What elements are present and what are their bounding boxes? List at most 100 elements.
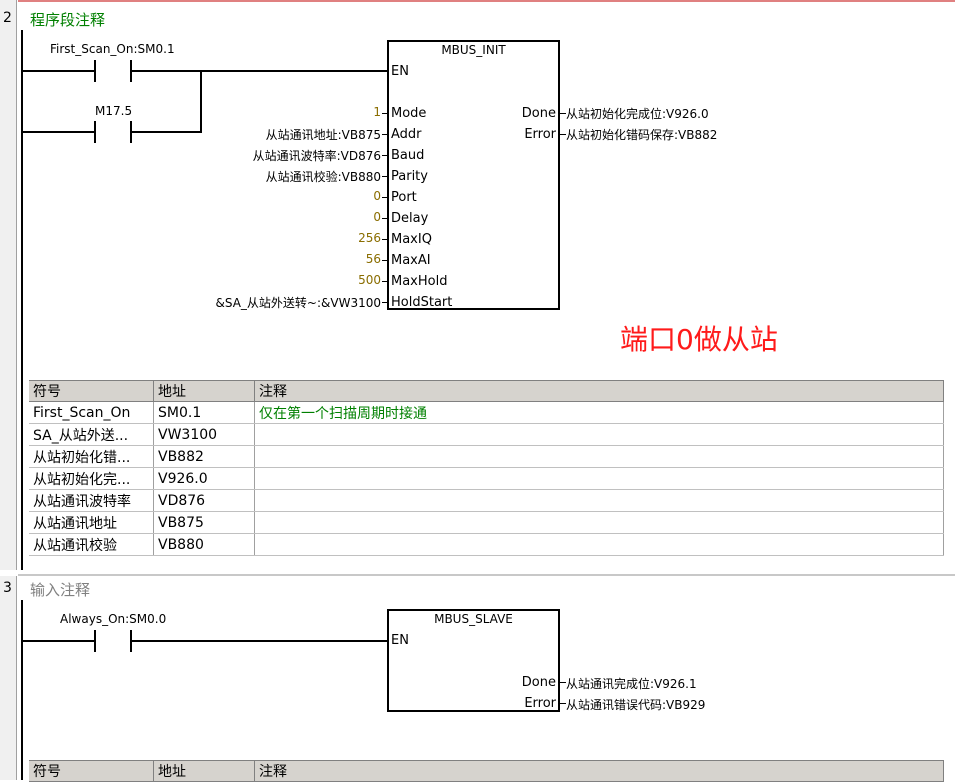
contact-m17-5-left[interactable]: [94, 121, 96, 143]
table-row[interactable]: 从站通讯波特率 VD876: [29, 489, 944, 512]
output-done-value[interactable]: 从站通讯完成位:V926.1: [566, 675, 697, 692]
pin-stub: [382, 260, 388, 261]
pin-en: EN: [391, 64, 409, 79]
cell-address[interactable]: V926.0: [153, 467, 255, 490]
cell-symbol[interactable]: First_Scan_On: [29, 401, 154, 424]
column-header-comment[interactable]: 注释: [254, 760, 944, 782]
contact-first-scan-left[interactable]: [94, 60, 96, 82]
pin-stub: [382, 176, 388, 177]
pin-holdstart: HoldStart: [391, 295, 453, 310]
pin-stub: [382, 239, 388, 240]
cell-address[interactable]: SM0.1: [153, 401, 255, 424]
power-rail: [21, 30, 23, 570]
pin-en: EN: [391, 633, 409, 648]
cell-symbol[interactable]: 从站初始化完...: [29, 467, 154, 490]
cell-address[interactable]: VB880: [153, 533, 255, 556]
pin-stub: [382, 134, 388, 135]
cell-comment[interactable]: 仅在第一个扫描周期时接通: [254, 401, 944, 424]
param-addr-value[interactable]: 从站通讯地址:VB875: [266, 126, 381, 143]
param-port-value[interactable]: 0: [373, 189, 381, 203]
param-maxiq-value[interactable]: 256: [358, 231, 381, 245]
cell-symbol[interactable]: 从站通讯波特率: [29, 489, 154, 512]
param-maxhold-value[interactable]: 500: [358, 273, 381, 287]
network-2-number: 2: [3, 10, 12, 26]
cell-symbol[interactable]: 从站初始化错...: [29, 445, 154, 468]
contact-label-always-on: Always_On:SM0.0: [60, 612, 167, 626]
symbol-table-network-2: 符号 地址 注释 First_Scan_On SM0.1 仅在第一个扫描周期时接…: [29, 380, 944, 556]
param-delay-value[interactable]: 0: [373, 210, 381, 224]
table-header-row: 符号 地址 注释: [29, 380, 944, 402]
network-3-comment[interactable]: 输入注释: [30, 579, 90, 600]
pin-stub: [382, 197, 388, 198]
contact-always-on-left[interactable]: [94, 630, 96, 652]
param-mode-value[interactable]: 1: [373, 105, 381, 119]
red-annotation: 端口0做从站: [620, 323, 778, 356]
table-header-row: 符号 地址 注释: [29, 760, 944, 782]
param-parity-value[interactable]: 从站通讯校验:VB880: [266, 168, 381, 185]
pin-stub: [382, 155, 388, 156]
table-row[interactable]: 从站初始化错... VB882: [29, 445, 944, 468]
output-error-value[interactable]: 从站通讯错误代码:VB929: [566, 696, 705, 713]
cell-comment[interactable]: [254, 423, 944, 446]
cell-comment[interactable]: [254, 489, 944, 512]
cell-symbol[interactable]: 从站通讯地址: [29, 511, 154, 534]
pin-baud: Baud: [391, 148, 425, 163]
cell-symbol[interactable]: SA_从站外送...: [29, 423, 154, 446]
table-row[interactable]: First_Scan_On SM0.1 仅在第一个扫描周期时接通: [29, 401, 944, 424]
network-2-comment[interactable]: 程序段注释: [30, 9, 105, 30]
cell-address[interactable]: VD876: [153, 489, 255, 512]
cell-comment[interactable]: [254, 511, 944, 534]
network-3-gutter: [0, 576, 17, 780]
table-row[interactable]: 从站初始化完... V926.0: [29, 467, 944, 490]
pin-done: Done: [521, 675, 556, 690]
rung-wire: [22, 131, 94, 133]
cell-comment[interactable]: [254, 533, 944, 556]
cell-comment[interactable]: [254, 467, 944, 490]
symbol-table-network-3: 符号 地址 注释: [29, 760, 944, 782]
pin-stub: [382, 218, 388, 219]
column-header-symbol[interactable]: 符号: [29, 760, 154, 782]
column-header-address[interactable]: 地址: [153, 380, 255, 402]
parallel-branch-wire: [200, 70, 202, 133]
network-3-number: 3: [3, 580, 12, 596]
column-header-symbol[interactable]: 符号: [29, 380, 154, 402]
cell-comment[interactable]: [254, 445, 944, 468]
mbus-slave-block[interactable]: MBUS_SLAVE EN Done Error: [387, 609, 560, 712]
pin-error: Error: [524, 127, 556, 142]
param-baud-value[interactable]: 从站通讯波特率:VD876: [253, 147, 381, 164]
table-row[interactable]: 从站通讯地址 VB875: [29, 511, 944, 534]
rung-wire: [132, 640, 388, 642]
pin-addr: Addr: [391, 127, 422, 142]
rung-wire: [22, 70, 94, 72]
table-row[interactable]: 从站通讯校验 VB880: [29, 533, 944, 556]
contact-label-m17-5: M17.5: [95, 104, 133, 118]
param-maxai-value[interactable]: 56: [366, 252, 381, 266]
table-row[interactable]: SA_从站外送... VW3100: [29, 423, 944, 446]
pin-parity: Parity: [391, 169, 428, 184]
block-title: MBUS_SLAVE: [434, 612, 513, 626]
cell-address[interactable]: VB882: [153, 445, 255, 468]
pin-maxai: MaxAI: [391, 253, 431, 268]
cell-symbol[interactable]: 从站通讯校验: [29, 533, 154, 556]
column-header-comment[interactable]: 注释: [254, 380, 944, 402]
rung-wire: [132, 131, 202, 133]
pin-error: Error: [524, 696, 556, 711]
pin-stub: [382, 113, 388, 114]
pin-mode: Mode: [391, 106, 427, 121]
network-divider: [18, 0, 955, 2]
param-holdstart-value[interactable]: &SA_从站外送转~:&VW3100: [216, 294, 381, 311]
network-divider: [18, 574, 955, 576]
output-done-value[interactable]: 从站初始化完成位:V926.0: [566, 105, 709, 122]
pin-maxhold: MaxHold: [391, 274, 448, 289]
column-header-address[interactable]: 地址: [153, 760, 255, 782]
cell-address[interactable]: VW3100: [153, 423, 255, 446]
pin-maxiq: MaxIQ: [391, 232, 432, 247]
cell-address[interactable]: VB875: [153, 511, 255, 534]
contact-label-first-scan: First_Scan_On:SM0.1: [50, 42, 175, 56]
rung-wire: [22, 640, 94, 642]
mbus-init-block[interactable]: MBUS_INIT EN Mode Addr Baud Parity Port …: [387, 40, 560, 310]
output-error-value[interactable]: 从站初始化错码保存:VB882: [566, 126, 717, 143]
power-rail: [21, 600, 23, 780]
pin-port: Port: [391, 190, 417, 205]
pin-stub: [382, 281, 388, 282]
